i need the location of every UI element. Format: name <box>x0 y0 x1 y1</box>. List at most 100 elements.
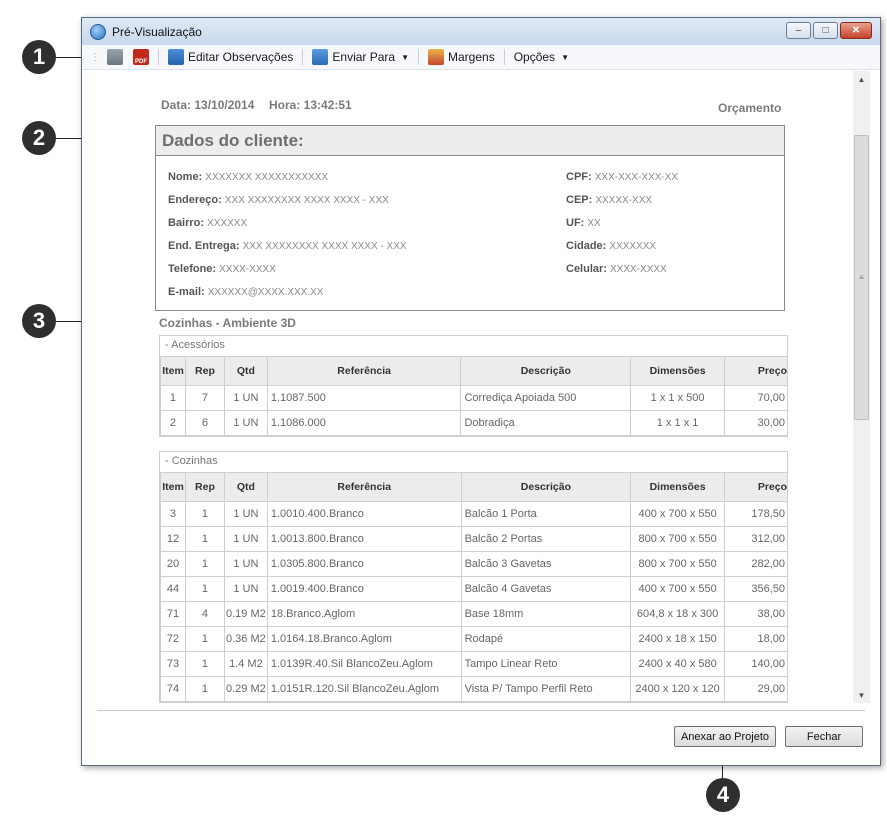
field-value: XXX XXXXXXXX XXXX XXXX - XXX <box>242 241 407 252</box>
cell-dimensoes: 800 x 700 x 550 <box>630 526 726 552</box>
field-value: XX <box>587 218 601 229</box>
toolbar-separator <box>302 49 304 65</box>
column-header-referencia: Referência <box>266 472 462 502</box>
cell-item: 72 <box>160 626 186 652</box>
column-header-descricao: Descrição <box>460 472 632 502</box>
cell-referencia: 1.0019.400.Branco <box>266 576 462 602</box>
table-row: 74 1 0.29 M2 1.0151R.120.Sil BlancoZeu.Aglo… <box>160 676 788 702</box>
client-name-field: Nome: XXXXXXX XXXXXXXXXXX <box>168 171 328 183</box>
client-uf-field: UF: XX <box>566 217 601 229</box>
window-title: Pré-Visualização <box>112 24 202 39</box>
cell-qtd: 1 UN <box>223 551 268 577</box>
options-dropdown[interactable]: Opções ▼ <box>511 48 572 66</box>
client-panel-title: Dados do cliente: <box>156 126 784 156</box>
margins-button[interactable]: Margens <box>425 47 498 67</box>
table-row: 261 UN 1.1086.000 Dobradiça 1 x 1 x 1 30,00 <box>160 410 788 436</box>
cell-referencia: 1.1087.500 <box>266 385 462 411</box>
scrollbar-thumb[interactable]: ≡ <box>854 135 869 420</box>
field-value: XXXXXX@XXXX.XXX.XX <box>207 287 324 298</box>
group-title: - Acessórios <box>165 339 225 351</box>
cell-qtd: 1 UN <box>223 576 268 602</box>
minimize-button[interactable]: – <box>786 22 811 39</box>
cell-rep: 7 <box>184 385 225 411</box>
cell-item: 2 <box>160 410 186 436</box>
cell-dimensoes: 2400 x 120 x 120 <box>630 676 726 702</box>
client-phone-field: Telefone: XXXX-XXXX <box>168 263 276 275</box>
column-header-dimensoes: Dimensões <box>630 472 726 502</box>
pdf-button[interactable]: PDF <box>130 47 152 67</box>
cell-descricao: Vista P/ Tampo Perfil Reto <box>460 676 632 702</box>
items-group-kitchens: - Cozinhas Item Rep Qtd Referência Descrição… <box>159 451 788 703</box>
margins-icon <box>428 49 445 65</box>
client-city-field: Cidade: XXXXXXX <box>566 240 656 252</box>
close-window-button[interactable]: ✕ <box>840 22 872 39</box>
field-value: XXXX-XXXX <box>219 264 276 275</box>
items-group-accessories: - Acessórios Item Rep Qtd Referência Descriç… <box>159 335 788 437</box>
cell-item: 73 <box>160 651 186 677</box>
cell-preco: 29,00 <box>724 676 788 702</box>
cell-referencia: 18.Branco.Aglom <box>266 601 462 627</box>
column-header-qtd: Qtd <box>223 356 268 386</box>
margins-label: Margens <box>448 50 495 64</box>
cell-descricao: Base 18mm <box>460 601 632 627</box>
column-header-rep: Rep <box>184 356 225 386</box>
field-value: XXXXXXX <box>609 241 657 252</box>
app-globe-icon <box>90 23 106 40</box>
cell-dimensoes: 800 x 700 x 550 <box>630 551 726 577</box>
cell-rep: 1 <box>184 626 225 652</box>
client-address-field: Endereço: XXX XXXXXXXX XXXX XXXX - XXX <box>168 194 389 206</box>
field-value: XXXXXXX XXXXXXXXXXX <box>205 172 329 183</box>
attach-to-project-button[interactable]: Anexar ao Projeto <box>674 726 776 747</box>
cell-dimensoes: 2400 x 40 x 580 <box>630 651 726 677</box>
callout-3: 3 <box>22 304 56 338</box>
column-header-dimensoes: Dimensões <box>630 356 726 386</box>
cell-qtd: 1 UN <box>223 526 268 552</box>
edit-notes-icon <box>168 49 184 65</box>
toolbar-separator <box>158 49 159 65</box>
close-button[interactable]: Fechar <box>785 726 863 747</box>
toolbar-separator <box>418 49 420 65</box>
cell-referencia: 1.0164.18.Branco.Aglom <box>266 626 462 652</box>
field-label: E-mail: <box>168 286 205 298</box>
cell-preco: 30,00 <box>724 410 788 436</box>
client-data-panel: Dados do cliente: Nome: XXXXXXX XXXXXXXX… <box>155 125 785 311</box>
vertical-scrollbar[interactable]: ▲ ≡ ▼ <box>853 71 870 703</box>
report-preview: Data: 13/10/2014 Hora: 13:42:51 Orçament… <box>82 71 853 703</box>
cell-dimensoes: 400 x 700 x 550 <box>630 576 726 602</box>
cell-item: 20 <box>160 551 186 577</box>
cell-descricao: Balcão 3 Gavetas <box>460 551 632 577</box>
cell-referencia: 1.1086.000 <box>266 410 462 436</box>
cell-qtd: 0.29 M2 <box>223 676 268 702</box>
field-label: CEP: <box>566 194 593 206</box>
send-to-dropdown[interactable]: Enviar Para ▼ <box>309 47 412 67</box>
cell-descricao: Balcão 4 Gavetas <box>460 576 632 602</box>
field-label: CPF: <box>566 171 592 183</box>
cell-qtd: 1 UN <box>223 385 268 411</box>
cell-preco: 70,00 <box>724 385 788 411</box>
cell-referencia: 1.0010.400.Branco <box>266 501 462 527</box>
cell-item: 74 <box>160 676 186 702</box>
scroll-up-arrow-icon[interactable]: ▲ <box>853 71 870 87</box>
maximize-button[interactable]: □ <box>813 22 838 39</box>
column-header-rep: Rep <box>184 472 225 502</box>
cell-descricao: Balcão 1 Porta <box>460 501 632 527</box>
cell-rep: 4 <box>184 601 225 627</box>
cell-qtd: 1 UN <box>223 501 268 527</box>
edit-notes-button[interactable]: Editar Observações <box>165 47 296 67</box>
print-button[interactable] <box>104 47 126 67</box>
cell-qtd: 0.19 M2 <box>223 601 268 627</box>
table-row: 44 1 1 UN 1.0019.400.Branco Balcão 4 Gavetas… <box>160 576 788 602</box>
section-title: Cozinhas - Ambiente 3D <box>159 316 296 330</box>
column-header-item: Item <box>160 356 186 386</box>
scroll-down-arrow-icon[interactable]: ▼ <box>853 687 870 703</box>
options-label: Opções <box>513 50 556 64</box>
client-cpf-field: CPF: XXX-XXX-XXX-XX <box>566 171 678 183</box>
cell-dimensoes: 2400 x 18 x 150 <box>630 626 726 652</box>
field-value: XXX XXXXXXXX XXXX XXXX - XXX <box>224 195 389 206</box>
pdf-icon: PDF <box>133 49 149 65</box>
table-row: 72 1 0.36 M2 1.0164.18.Branco.Aglom Rodapé 24… <box>160 626 788 652</box>
group-title: - Cozinhas <box>165 455 218 467</box>
cell-rep: 1 <box>184 651 225 677</box>
cell-preco: 178,50 <box>724 501 788 527</box>
toolbar-separator <box>503 49 505 65</box>
